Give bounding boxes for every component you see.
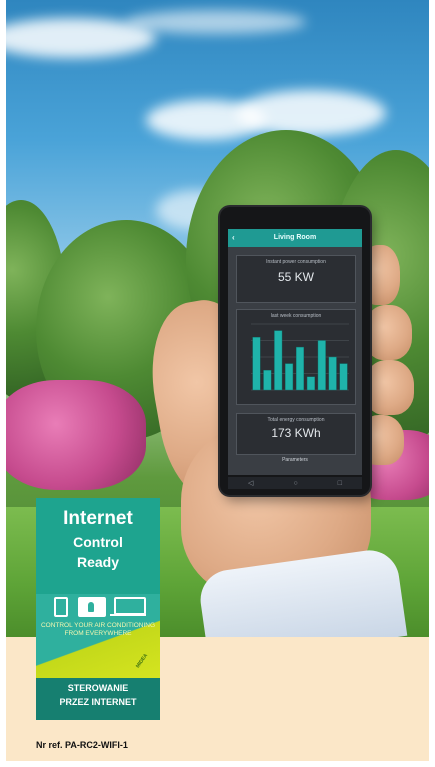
phone-icon — [54, 597, 68, 617]
weekly-chart-title: last week consumption — [270, 313, 322, 319]
flower-bush — [6, 380, 146, 490]
badge-line-control: Control — [73, 534, 123, 550]
badge-headline: Internet — [63, 508, 133, 529]
arrow-left-icon[interactable]: ‹ — [232, 229, 235, 247]
finger — [364, 360, 414, 415]
device-icons — [50, 596, 150, 617]
chart-bar — [252, 337, 261, 391]
smartphone: ‹ Living Room Instant power consumption … — [220, 207, 370, 495]
laptop-base — [110, 614, 146, 616]
consumption-chart — [251, 323, 349, 391]
badge-message: CONTROL YOUR AIR CONDITIONING FROM EVERY… — [40, 622, 156, 637]
room-title: Living Room — [273, 234, 317, 241]
total-energy-value: 173 KWh — [271, 426, 321, 440]
parameters-label: Parameters — [282, 457, 308, 463]
finger — [364, 305, 412, 360]
back-icon[interactable]: ◁ — [248, 479, 253, 487]
chart-bar — [317, 340, 326, 391]
instant-power-label: Instant power consumption — [266, 259, 326, 265]
chart-bar — [274, 330, 283, 391]
cloud — [126, 10, 306, 34]
tablet-touch-icon — [78, 597, 106, 617]
badge-footer-line2: PRZEZ INTERNET — [59, 697, 137, 707]
parameters-button[interactable]: Parameters — [228, 457, 362, 463]
product-card: ‹ Living Room Instant power consumption … — [6, 0, 429, 761]
chart-bar — [263, 370, 272, 391]
recent-icon[interactable]: □ — [338, 480, 342, 487]
chart-bar — [339, 363, 348, 391]
total-energy-panel: Total energy consumption 173 KWh — [236, 413, 356, 455]
instant-power-value: 55 KW — [277, 270, 314, 284]
product-reference: Nr ref. PA-RC2-WIFI-1 — [36, 740, 128, 750]
weekly-chart-panel: last week consumption — [236, 309, 356, 405]
total-energy-label: Total energy consumption — [267, 417, 325, 423]
cloud — [236, 90, 386, 136]
badge-line-ready: Ready — [76, 554, 120, 570]
home-icon[interactable]: ○ — [293, 480, 297, 487]
chart-bar — [285, 363, 294, 391]
laptop-icon — [114, 597, 146, 615]
phone-screen: ‹ Living Room Instant power consumption … — [228, 229, 362, 475]
badge-footer-line1: STEROWANIE — [67, 683, 129, 693]
instant-power-panel: Instant power consumption 55 KW — [236, 255, 356, 303]
chart-bar — [295, 346, 305, 391]
chart-bar — [306, 376, 315, 391]
phone-nav-bar: ◁ ○ □ — [228, 477, 362, 489]
chart-bar — [328, 356, 337, 391]
app-header: ‹ Living Room — [228, 229, 362, 247]
internet-control-badge: Internet Control Ready CONTROL YOUR AIR … — [36, 498, 160, 720]
